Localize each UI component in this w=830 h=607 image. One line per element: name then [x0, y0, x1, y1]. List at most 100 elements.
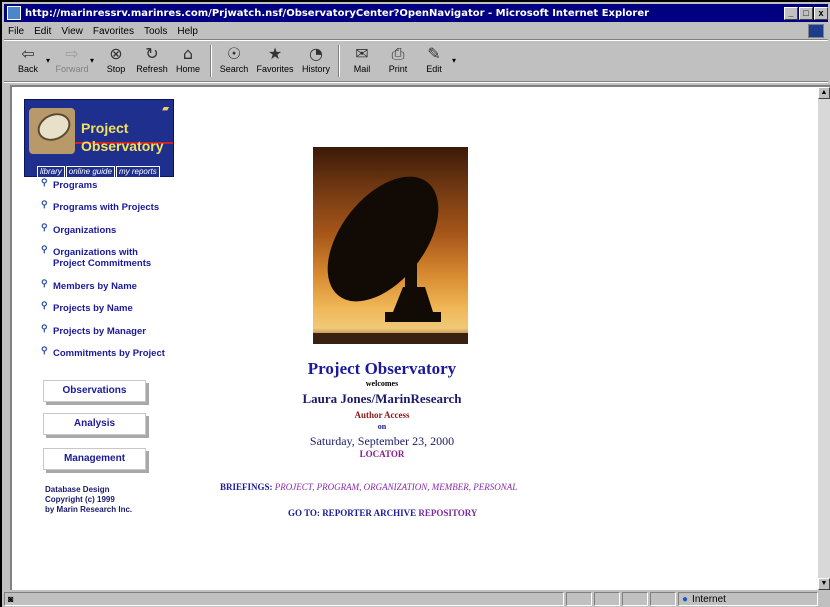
favorites-icon: ★: [267, 44, 283, 63]
maximize-button[interactable]: □: [799, 6, 813, 20]
status-pane-2: [566, 592, 592, 606]
magnifier-icon: ⚲: [41, 177, 48, 187]
reporter-archive-link[interactable]: REPORTER ARCHIVE: [322, 508, 416, 518]
back-dropdown-icon[interactable]: ▾: [46, 42, 54, 65]
nav-members-by-name[interactable]: ⚲ Members by Name: [41, 278, 137, 292]
refresh-label: Refresh: [136, 64, 168, 74]
home-icon: ⌂: [182, 44, 194, 63]
toolbar-more-icon[interactable]: ▾: [452, 42, 460, 65]
scroll-down-arrow-icon[interactable]: ▼: [818, 578, 830, 590]
footer-line3: by Marin Research Inc.: [45, 505, 133, 514]
tab-my-reports[interactable]: my reports: [115, 166, 160, 177]
project-observatory-logo[interactable]: Project Observatory ▰ library online gui…: [24, 99, 174, 177]
home-button[interactable]: ⌂ Home: [170, 42, 206, 80]
magnifier-icon: ⚲: [41, 278, 48, 288]
history-button[interactable]: ◔ History: [298, 42, 334, 80]
minimize-button[interactable]: _: [784, 6, 798, 20]
menu-tools[interactable]: Tools: [139, 26, 172, 37]
edit-icon: ✎: [427, 44, 441, 63]
forward-dropdown-icon[interactable]: ▾: [90, 42, 98, 65]
magnifier-icon: ⚲: [41, 345, 48, 355]
briefings-links[interactable]: PROJECT, PROGRAM, ORGANIZATION, MEMBER, …: [275, 482, 517, 492]
standard-toolbar: ⇦ Back ▾ ⇨ Forward ▾ ⊗ Stop ↻ Refresh ⌂ …: [4, 42, 828, 82]
folder-icon[interactable]: ▰: [162, 103, 169, 114]
back-arrow-icon: ⇦: [21, 44, 35, 63]
nav-label: Commitments by Project: [53, 348, 165, 359]
page-status-icon: ◙: [8, 594, 14, 604]
goto-label: GO TO:: [288, 508, 320, 518]
home-label: Home: [175, 64, 200, 74]
nav-organizations[interactable]: ⚲ Organizations: [41, 222, 116, 236]
favorites-button[interactable]: ★ Favorites: [252, 42, 298, 80]
nav-programs[interactable]: ⚲ Programs: [41, 177, 97, 191]
close-button[interactable]: x: [814, 6, 828, 20]
copyright-note: Database Design Copyright (c) 1999 by Ma…: [45, 485, 132, 515]
edit-label: Edit: [426, 64, 442, 74]
mail-icon: ✉: [355, 44, 369, 63]
analysis-button[interactable]: Analysis: [43, 413, 146, 435]
magnifier-icon: ⚲: [41, 199, 48, 209]
briefings-label: BRIEFINGS:: [220, 482, 273, 492]
stop-label: Stop: [106, 64, 126, 74]
locator-link[interactable]: LOCATOR: [232, 449, 532, 459]
edit-button[interactable]: ✎ Edit: [416, 42, 452, 80]
menu-file[interactable]: File: [4, 26, 29, 37]
magnifier-icon: ⚲: [41, 244, 48, 254]
nav-projects-by-name[interactable]: ⚲ Projects by Name: [41, 300, 133, 314]
toolbar-separator: [210, 45, 212, 77]
menu-edit[interactable]: Edit: [29, 26, 56, 37]
nav-organizations-with-commitments[interactable]: ⚲ Organizations with Project Commitments: [41, 244, 166, 269]
history-label: History: [301, 64, 330, 74]
on-text: on: [377, 422, 387, 431]
scroll-up-arrow-icon[interactable]: ▲: [818, 87, 830, 99]
menu-separator: [4, 39, 828, 41]
favorites-label: Favorites: [256, 64, 294, 74]
footer-line2: Copyright (c) 1999: [45, 495, 115, 504]
nav-label: Organizations with Project Commitments: [53, 247, 152, 269]
stop-button[interactable]: ⊗ Stop: [98, 42, 134, 80]
history-icon: ◔: [309, 44, 323, 63]
status-bar: ◙ ● Internet: [4, 591, 828, 607]
nav-commitments-by-project[interactable]: ⚲ Commitments by Project: [41, 345, 165, 359]
nav-projects-by-manager[interactable]: ⚲ Projects by Manager: [41, 323, 146, 337]
repository-link[interactable]: REPOSITORY: [418, 508, 477, 518]
forward-arrow-icon: ⇨: [65, 44, 79, 63]
mail-label: Mail: [353, 64, 371, 74]
back-button[interactable]: ⇦ Back: [10, 42, 46, 80]
tab-library[interactable]: library: [37, 166, 65, 177]
search-button[interactable]: ☉ Search: [216, 42, 252, 80]
magnifier-icon: ⚲: [41, 300, 48, 310]
nav-programs-with-projects[interactable]: ⚲ Programs with Projects: [41, 199, 159, 213]
nav-label: Projects by Manager: [53, 326, 146, 337]
menu-help[interactable]: Help: [172, 26, 203, 37]
magnifier-icon: ⚲: [41, 323, 48, 333]
menu-favorites[interactable]: Favorites: [88, 26, 139, 37]
mail-button[interactable]: ✉ Mail: [344, 42, 380, 80]
management-button[interactable]: Management: [43, 448, 146, 470]
nav-label: Members by Name: [53, 281, 137, 292]
ie-page-icon: [7, 6, 21, 20]
print-label: Print: [388, 64, 408, 74]
refresh-button[interactable]: ↻ Refresh: [134, 42, 170, 80]
vertical-scrollbar[interactable]: ▲ ▼: [818, 85, 830, 590]
tab-online-guide[interactable]: online guide: [65, 166, 115, 177]
logo-tabs: library online guide my reports: [37, 166, 161, 177]
print-icon: ⎙: [391, 44, 405, 63]
print-button[interactable]: ⎙ Print: [380, 42, 416, 80]
forward-button[interactable]: ⇨ Forward: [54, 42, 90, 80]
welcomes-text: welcomes: [365, 379, 399, 388]
logo-title-line2: Observatory: [81, 138, 164, 154]
globe-icon: ●: [682, 593, 689, 605]
menu-bar: File Edit View Favorites Tools Help: [4, 23, 828, 39]
observations-button[interactable]: Observations: [43, 380, 146, 402]
nav-label: Projects by Name: [53, 303, 133, 314]
ie-throbber-icon: [808, 24, 824, 38]
user-name: Laura Jones/MarinResearch: [302, 391, 462, 406]
security-zone-pane: ● Internet: [678, 592, 818, 606]
refresh-icon: ↻: [145, 44, 159, 63]
page-title: Project Observatory: [307, 359, 457, 378]
radio-telescope-photo: [313, 147, 468, 344]
menu-view[interactable]: View: [56, 26, 88, 37]
briefings-row: BRIEFINGS: PROJECT, PROGRAM, ORGANIZATIO…: [220, 482, 517, 492]
status-pane-3: [594, 592, 620, 606]
